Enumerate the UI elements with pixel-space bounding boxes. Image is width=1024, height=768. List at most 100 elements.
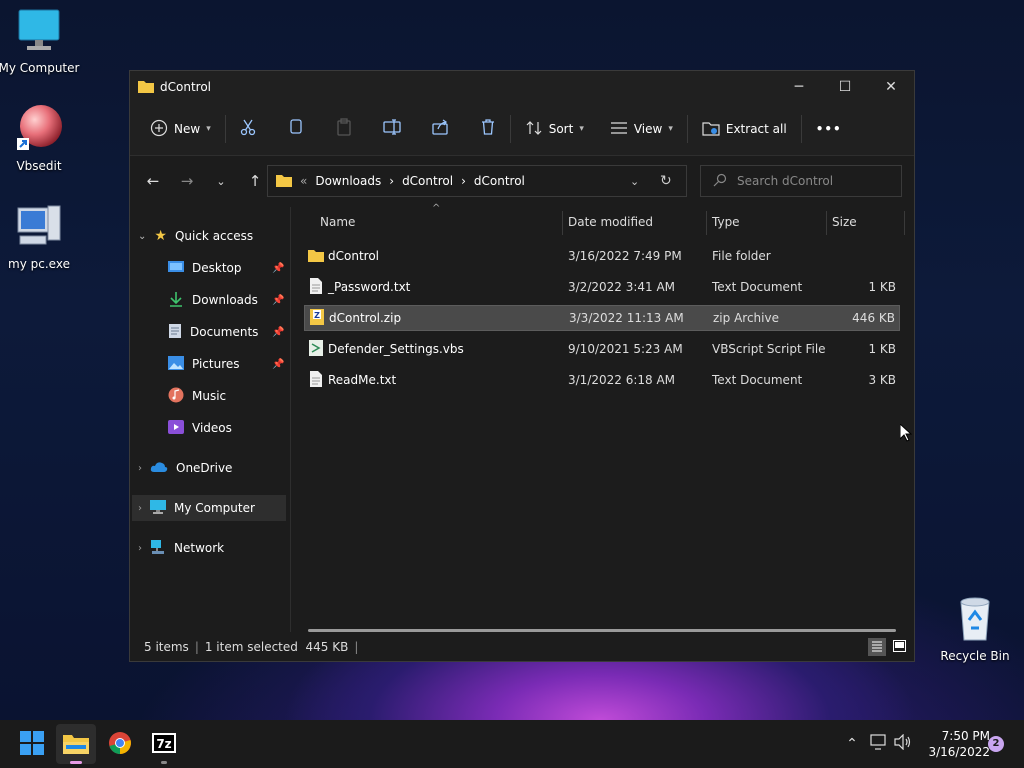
search-input[interactable]: Search dControl xyxy=(737,174,833,188)
minimize-button[interactable]: ─ xyxy=(776,71,822,103)
column-date-header[interactable]: Date modified xyxy=(568,215,653,229)
scissors-icon xyxy=(239,118,257,140)
column-divider[interactable] xyxy=(904,211,905,235)
column-size-header[interactable]: Size xyxy=(832,215,857,229)
sidebar-item-pictures[interactable]: Pictures 📌 xyxy=(168,351,288,377)
file-row[interactable]: _Password.txt 3/2/2022 3:41 AM Text Docu… xyxy=(304,274,900,300)
file-date: 3/16/2022 7:49 PM xyxy=(568,249,682,263)
sidebar-item-label: My Computer xyxy=(174,501,255,515)
taskbar-file-explorer[interactable] xyxy=(56,724,96,764)
sidebar-item-videos[interactable]: Videos xyxy=(168,415,232,441)
start-button[interactable] xyxy=(12,724,52,764)
sidebar-item-music[interactable]: Music xyxy=(168,383,226,409)
extract-icon xyxy=(702,120,720,139)
file-size: 446 KB xyxy=(852,311,895,325)
desktop-icon-vbsedit[interactable]: Vbsedit xyxy=(0,104,84,173)
volume-icon[interactable] xyxy=(894,733,912,754)
chevron-right-icon[interactable]: › xyxy=(138,463,142,474)
horizontal-scrollbar[interactable] xyxy=(308,629,896,632)
new-label: New xyxy=(174,122,201,136)
network-status-icon[interactable] xyxy=(870,734,888,754)
column-divider[interactable] xyxy=(826,211,827,235)
desktop-icon-recycle-bin[interactable]: Recycle Bin xyxy=(930,594,1020,663)
system-tray: ⌃ xyxy=(840,720,912,768)
sidebar-item-downloads[interactable]: Downloads 📌 xyxy=(168,287,288,313)
breadcrumb-dcontrol[interactable]: dControl xyxy=(402,174,453,188)
up-button[interactable]: ↑ xyxy=(240,166,270,196)
share-button[interactable] xyxy=(424,113,456,145)
text-file-icon xyxy=(310,370,322,390)
close-button[interactable]: ✕ xyxy=(868,71,914,103)
taskbar-7zip[interactable]: 7z xyxy=(144,724,184,764)
back-button[interactable]: ← xyxy=(138,166,168,196)
sidebar-item-my-computer[interactable]: › My Computer xyxy=(132,495,286,521)
desktop-icon-my-pc-exe[interactable]: my pc.exe xyxy=(0,202,84,271)
chrome-icon xyxy=(108,731,132,758)
sidebar-item-label: Documents xyxy=(190,325,259,339)
rename-button[interactable] xyxy=(376,113,408,145)
column-name-header[interactable]: Name xyxy=(320,215,355,229)
more-options-button[interactable]: ••• xyxy=(808,113,850,145)
address-bar[interactable]: « Downloads › dControl › dControl ⌄ ↻ xyxy=(267,165,687,197)
sidebar-item-quick-access[interactable]: ⌄ ★ Quick access xyxy=(138,223,253,249)
forward-button[interactable]: → xyxy=(172,166,202,196)
column-divider[interactable] xyxy=(562,211,563,235)
address-dropdown-button[interactable]: ⌄ xyxy=(630,175,639,188)
notification-badge[interactable]: 2 xyxy=(988,736,1004,752)
file-date: 3/1/2022 6:18 AM xyxy=(568,373,676,387)
recent-locations-button[interactable]: ⌄ xyxy=(206,166,236,196)
column-type-header[interactable]: Type xyxy=(712,215,740,229)
sidebar-item-onedrive[interactable]: › OneDrive xyxy=(138,455,232,481)
sidebar-item-network[interactable]: › Network xyxy=(138,535,224,561)
sort-button[interactable]: Sort ▾ xyxy=(517,113,592,145)
sidebar-item-documents[interactable]: Documents 📌 xyxy=(168,319,288,345)
sidebar-item-desktop[interactable]: Desktop 📌 xyxy=(168,255,288,281)
file-row-selected[interactable]: Z dControl.zip 3/3/2022 11:13 AM zip Arc… xyxy=(304,305,900,331)
cut-button[interactable] xyxy=(232,113,264,145)
view-button[interactable]: View ▾ xyxy=(602,113,681,145)
pin-icon: 📌 xyxy=(272,294,285,306)
copy-button[interactable] xyxy=(280,113,312,145)
desktop-icon-label: My Computer xyxy=(0,61,80,75)
paste-button[interactable] xyxy=(328,113,360,145)
zip-file-icon: Z xyxy=(310,308,324,328)
file-row[interactable]: Defender_Settings.vbs 9/10/2021 5:23 AM … xyxy=(304,336,900,362)
monitor-icon xyxy=(150,499,166,517)
recycle-bin-icon xyxy=(930,594,1020,645)
chevron-right-icon[interactable]: › xyxy=(138,543,142,554)
folder-icon xyxy=(276,173,292,190)
breadcrumb-downloads[interactable]: Downloads xyxy=(315,174,381,188)
chevron-down-icon[interactable]: ⌄ xyxy=(138,231,146,242)
new-button[interactable]: New ▾ xyxy=(142,113,219,145)
column-divider[interactable] xyxy=(706,211,707,235)
chevron-down-icon: ▾ xyxy=(579,124,584,134)
clock[interactable]: 7:50 PM 3/16/2022 xyxy=(920,728,990,760)
maximize-button[interactable]: ☐ xyxy=(822,71,868,103)
desktop-icon-my-computer[interactable]: My Computer xyxy=(0,8,84,75)
arrow-left-icon: ← xyxy=(146,172,160,190)
view-lines-icon xyxy=(610,121,628,138)
search-box[interactable]: Search dControl xyxy=(700,165,902,197)
pin-icon: 📌 xyxy=(272,358,285,370)
extract-all-button[interactable]: Extract all xyxy=(694,113,795,145)
taskbar-chrome[interactable] xyxy=(100,724,140,764)
breadcrumb-dcontrol-current[interactable]: dControl xyxy=(474,174,525,188)
share-icon xyxy=(431,118,449,140)
show-hidden-icons-button[interactable]: ⌃ xyxy=(840,736,864,752)
file-row[interactable]: ReadMe.txt 3/1/2022 6:18 AM Text Documen… xyxy=(304,367,900,393)
large-icons-view-button[interactable] xyxy=(890,638,908,656)
breadcrumb-separator: › xyxy=(461,174,466,188)
music-icon xyxy=(168,387,184,406)
details-view-button[interactable] xyxy=(868,638,886,656)
file-row[interactable]: dControl 3/16/2022 7:49 PM File folder xyxy=(304,243,900,269)
refresh-button[interactable]: ↻ xyxy=(660,173,672,189)
mouse-cursor-icon xyxy=(899,422,913,445)
chevron-right-icon[interactable]: › xyxy=(138,503,142,514)
rename-icon xyxy=(383,118,401,140)
sidebar-item-label: Downloads xyxy=(192,293,258,307)
desktop-icon-label: my pc.exe xyxy=(8,257,70,271)
sidebar-item-label: Quick access xyxy=(174,229,254,243)
breadcrumb-overflow[interactable]: « xyxy=(300,174,307,188)
column-headers: ^ Name Date modified Type Size xyxy=(302,203,905,239)
delete-button[interactable] xyxy=(472,113,504,145)
